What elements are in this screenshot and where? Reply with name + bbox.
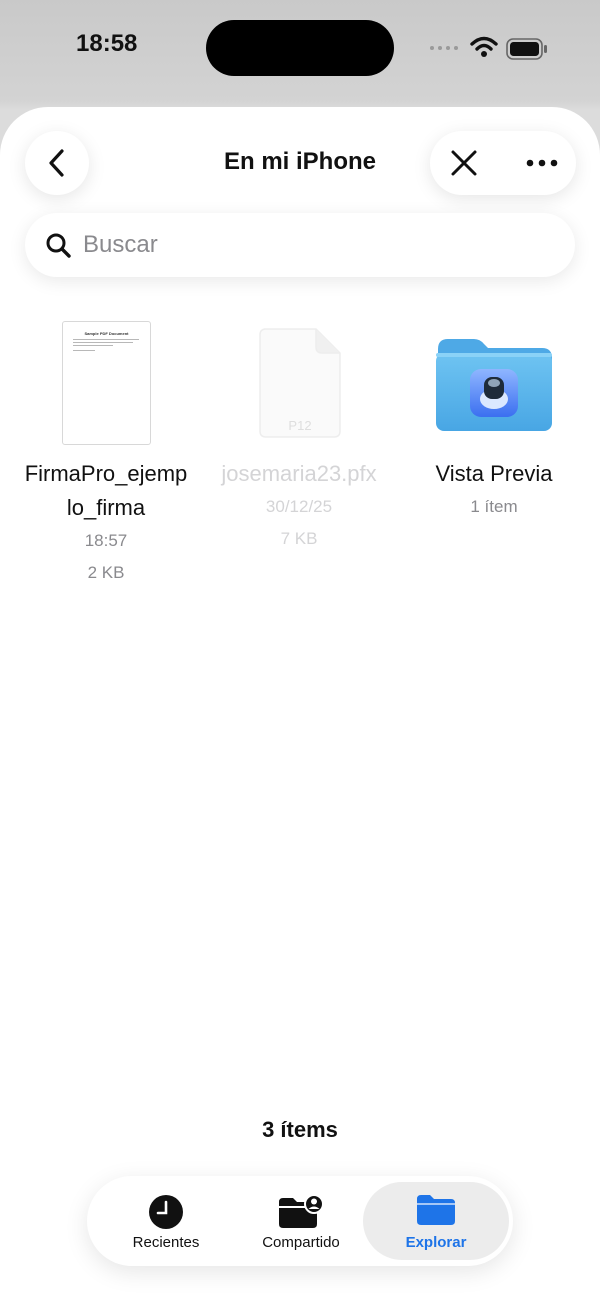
- ellipsis-icon: [526, 159, 558, 167]
- search-input[interactable]: [83, 231, 523, 259]
- close-button[interactable]: [446, 145, 482, 181]
- cellular-signal-icon: [430, 46, 458, 50]
- file-size: 7 KB: [280, 529, 318, 548]
- pfx-file-icon[interactable]: P12: [258, 327, 342, 439]
- dynamic-island: [206, 20, 394, 76]
- search-bar[interactable]: [25, 213, 575, 277]
- tab-label: Compartido: [262, 1234, 340, 1251]
- file-modified: 18:57: [84, 531, 128, 550]
- status-time: 18:58: [76, 30, 138, 57]
- file-item-josemaria23[interactable]: josemaria23.pfx 30/12/25 7 KB: [204, 457, 394, 555]
- back-button[interactable]: [25, 131, 89, 195]
- tab-explorar[interactable]: Explorar: [363, 1176, 509, 1266]
- thumbnail-title: Sample PDF Document: [84, 331, 129, 336]
- folder-name: Vista Previa: [435, 461, 553, 486]
- file-date: 30/12/25: [265, 497, 333, 516]
- item-count: 3 ítems: [262, 1117, 338, 1142]
- search-icon: [45, 232, 71, 258]
- tab-bar: Recientes Compartido Explorar: [87, 1176, 513, 1266]
- file-size: 2 KB: [87, 563, 125, 582]
- clock-icon: [149, 1195, 183, 1229]
- tab-label: Recientes: [132, 1234, 200, 1251]
- preview-folder-icon[interactable]: [434, 337, 554, 433]
- folder-item-count: 1 ítem: [470, 497, 518, 516]
- file-name-line1: FirmaPro_ejemp: [24, 461, 188, 486]
- folder-icon: [417, 1195, 455, 1225]
- tab-label: Explorar: [405, 1234, 467, 1251]
- header-actions: [430, 131, 576, 195]
- files-app-screen: 18:58 En mi iPhone Buscar Sample PDF Doc…: [0, 0, 600, 1299]
- file-name-line2: lo_firma: [66, 495, 146, 520]
- pfx-file-label: P12: [288, 418, 311, 433]
- battery-icon: [506, 38, 547, 60]
- folder-item-vista-previa[interactable]: Vista Previa 1 ítem: [399, 457, 589, 523]
- shared-folder-icon: [279, 1194, 324, 1228]
- wifi-icon: [470, 36, 498, 57]
- file-item-firmapro[interactable]: FirmaPro_ejemp lo_firma 18:57 2 KB: [11, 457, 201, 589]
- tab-compartido[interactable]: Compartido: [242, 1176, 360, 1266]
- file-name: josemaria23.pfx: [221, 461, 377, 486]
- more-options-button[interactable]: [516, 145, 568, 181]
- page-title: En mi iPhone: [223, 148, 376, 175]
- close-icon: [451, 150, 477, 176]
- chevron-left-icon: [49, 149, 64, 177]
- document-thumbnail[interactable]: Sample PDF Document: [62, 321, 151, 445]
- tab-recientes[interactable]: Recientes: [107, 1176, 225, 1266]
